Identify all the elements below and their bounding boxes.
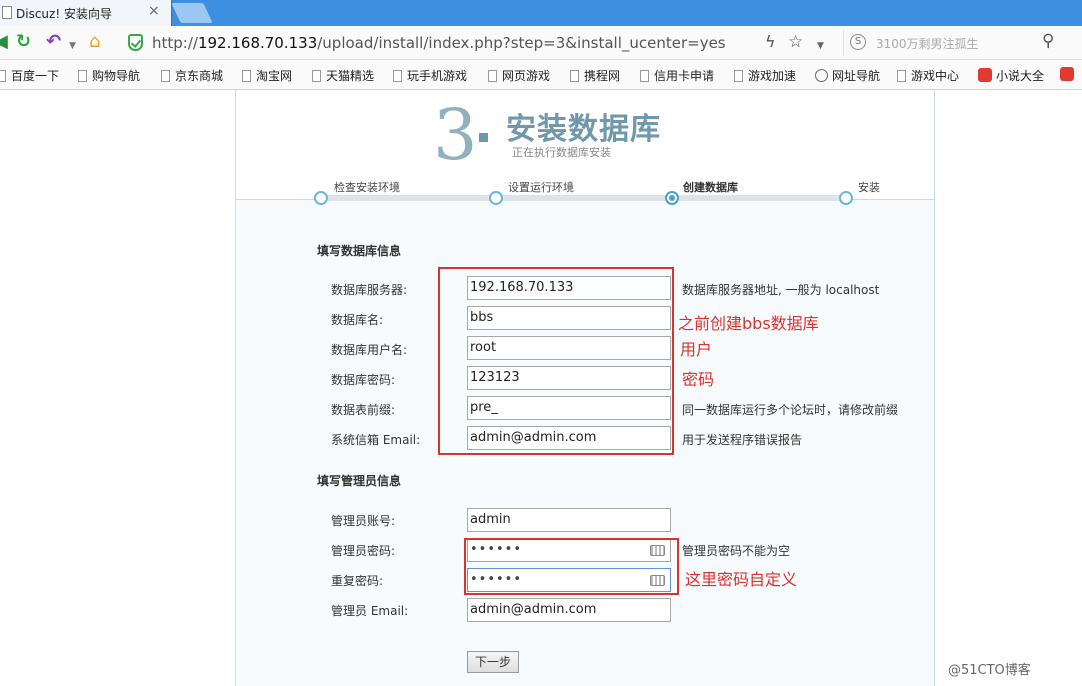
step-label: 设置运行环境	[508, 181, 574, 194]
next-step-button[interactable]: 下一步	[467, 651, 519, 673]
novel-icon	[978, 68, 992, 82]
tab-bar: Discuz! 安装向导 ×	[0, 0, 1082, 26]
page-content: 3 安装数据库 正在执行数据库安装 检查安装环境 设置运行环境 创建数据库 安装…	[0, 90, 1082, 686]
document-icon	[393, 70, 402, 82]
step-label: 安装	[858, 181, 880, 194]
admin-section-title: 填写管理员信息	[317, 474, 402, 488]
star-icon[interactable]: ☆	[788, 31, 803, 53]
table-prefix-hint: 同一数据库运行多个论坛时，请修改前缀	[682, 403, 899, 417]
step-dot	[839, 191, 853, 205]
db-name-label: 数据库名:	[331, 313, 384, 327]
document-icon	[897, 70, 906, 82]
document-icon	[640, 70, 649, 82]
url-text[interactable]: http://192.168.70.133/upload/install/ind…	[152, 34, 726, 52]
repeat-password-label: 重复密码:	[331, 574, 384, 588]
step-number: 3	[433, 94, 478, 176]
admin-password-highlight	[464, 538, 679, 595]
system-email-label: 系统信箱 Email:	[331, 433, 421, 447]
lightning-icon[interactable]: ϟ	[765, 31, 776, 53]
password-annotation: 密码	[682, 370, 715, 389]
page-title: 安装数据库	[506, 112, 661, 147]
watermark: @51CTO博客	[948, 663, 1031, 678]
bookmark-item[interactable]: 百度一下	[0, 67, 59, 84]
system-email-hint: 用于发送程序错误报告	[682, 433, 803, 447]
document-icon	[242, 70, 251, 82]
document-icon	[488, 70, 497, 82]
db-user-label: 数据库用户名:	[331, 343, 408, 357]
step-number-dot	[479, 133, 488, 142]
bookmark-item[interactable]: 京东商城	[161, 67, 223, 84]
db-section-title: 填写数据库信息	[317, 244, 402, 258]
step-dot	[489, 191, 503, 205]
bookmark-item[interactable]: 信用卡申请	[640, 67, 714, 84]
document-icon	[78, 70, 87, 82]
db-server-label: 数据库服务器:	[331, 283, 408, 297]
search-input[interactable]: 3100万剩男注孤生	[876, 35, 979, 52]
document-icon	[2, 6, 12, 19]
db-fields-highlight	[438, 267, 674, 455]
document-icon	[570, 70, 579, 82]
bookmark-item[interactable]: 玩手机游戏	[393, 67, 467, 84]
new-tab-button[interactable]	[171, 3, 213, 23]
db-name-annotation: 之前创建bbs数据库	[678, 314, 819, 333]
refresh-icon[interactable]: ↻	[16, 31, 31, 53]
db-password-label: 数据库密码:	[331, 373, 396, 387]
step-dot	[314, 191, 328, 205]
admin-email-label: 管理员 Email:	[331, 604, 409, 618]
document-icon	[0, 70, 6, 82]
globe-icon	[815, 69, 828, 82]
step-dot-active	[665, 191, 679, 205]
page-subtitle: 正在执行数据库安装	[512, 146, 611, 159]
bookmarks-bar: 百度一下 购物导航 京东商城 淘宝网 天猫精选 玩手机游戏 网页游戏 携程网 信…	[0, 60, 1082, 90]
admin-account-input[interactable]: admin	[467, 508, 671, 532]
search-box[interactable]: S 3100万剩男注孤生 ⚲	[843, 30, 1063, 56]
search-icon[interactable]: ⚲	[1042, 31, 1054, 51]
step-label: 检查安装环境	[334, 181, 400, 194]
home-icon[interactable]: ⌂	[89, 31, 100, 53]
bookmark-item[interactable]: 小说大全	[978, 67, 1044, 84]
install-panel: 3 安装数据库 正在执行数据库安装 检查安装环境 设置运行环境 创建数据库 安装…	[235, 90, 935, 686]
step-label-active: 创建数据库	[683, 181, 738, 194]
admin-password-hint: 管理员密码不能为空	[682, 544, 791, 558]
admin-email-input[interactable]: admin@admin.com	[467, 598, 671, 622]
bookmark-item[interactable]: 游戏中心	[897, 67, 959, 84]
undo-dropdown-icon[interactable]: ▼	[69, 35, 76, 57]
user-annotation: 用户	[680, 340, 713, 359]
admin-account-label: 管理员账号:	[331, 514, 396, 528]
taobao-icon	[1060, 67, 1074, 81]
bookmark-item[interactable]: 网址导航	[815, 67, 880, 84]
bookmark-item[interactable]	[1060, 67, 1078, 82]
db-server-hint: 数据库服务器地址, 一般为 localhost	[682, 283, 880, 297]
admin-password-label: 管理员密码:	[331, 544, 396, 558]
shield-check-icon	[128, 34, 143, 51]
progress-track	[321, 195, 846, 201]
undo-icon[interactable]: ↶	[46, 31, 61, 53]
browser-tab[interactable]: Discuz! 安装向导 ×	[0, 0, 172, 26]
table-prefix-label: 数据表前缀:	[331, 403, 396, 417]
bookmark-item[interactable]: 购物导航	[78, 67, 140, 84]
bookmark-item[interactable]: 天猫精选	[312, 67, 374, 84]
bookmark-item[interactable]: 网页游戏	[488, 67, 550, 84]
navigation-bar: ◀ ↻ ↶ ▼ ⌂ http://192.168.70.133/upload/i…	[0, 26, 1082, 60]
back-icon[interactable]: ◀	[0, 31, 8, 53]
admin-password-annotation: 这里密码自定义	[685, 570, 798, 589]
document-icon	[161, 70, 170, 82]
bookmark-item[interactable]: 游戏加速	[734, 67, 796, 84]
close-tab-icon[interactable]: ×	[148, 3, 160, 19]
bookmark-item[interactable]: 携程网	[570, 67, 620, 84]
bookmark-item[interactable]: 淘宝网	[242, 67, 292, 84]
address-bar[interactable]: http://192.168.70.133/upload/install/ind…	[122, 30, 840, 56]
tab-title: Discuz! 安装向导	[16, 7, 112, 21]
search-engine-icon: S	[850, 34, 866, 50]
document-icon	[734, 70, 743, 82]
favorites-dropdown-icon[interactable]: ▼	[817, 35, 824, 57]
document-icon	[312, 70, 321, 82]
